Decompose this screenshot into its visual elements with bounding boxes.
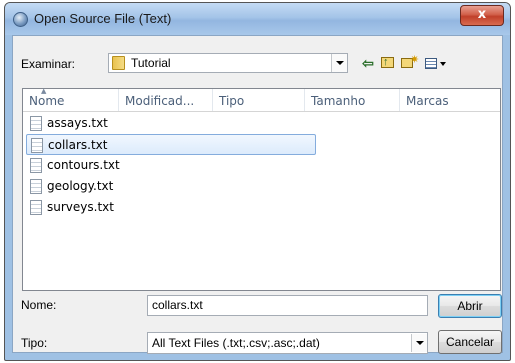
column-modified-label: Modificad...: [125, 94, 195, 108]
filetype-label: Tipo:: [21, 336, 48, 350]
text-file-icon: [30, 158, 42, 173]
text-file-icon: [30, 200, 42, 215]
file-item-collars[interactable]: collars.txt: [26, 134, 316, 155]
filetype-dropdown-button[interactable]: [411, 334, 427, 352]
file-name: geology.txt: [47, 179, 114, 193]
file-item-surveys[interactable]: surveys.txt: [26, 197, 316, 218]
file-name: contours.txt: [47, 158, 120, 172]
column-name-label: Nome: [29, 94, 65, 108]
column-type-label: Tipo: [219, 94, 245, 108]
lookin-label: Examinar:: [21, 57, 76, 71]
column-tags[interactable]: Marcas: [400, 89, 500, 111]
file-item-contours[interactable]: contours.txt: [26, 155, 316, 176]
file-list[interactable]: ▲ Nome Modificad... Tipo Tamanho Marcas: [22, 87, 501, 291]
sparkle-icon: ✷: [410, 54, 420, 66]
text-file-icon: [30, 116, 42, 131]
window-title: Open Source File (Text): [34, 11, 172, 26]
view-menu-icon[interactable]: [423, 53, 449, 73]
lookin-combo[interactable]: Tutorial: [108, 53, 348, 73]
close-button[interactable]: x: [460, 5, 504, 26]
filetype-combo[interactable]: All Text Files (.txt;.csv;.asc;.dat): [147, 332, 428, 354]
file-item-assays[interactable]: assays.txt: [26, 113, 316, 134]
filename-input[interactable]: collars.txt: [147, 295, 428, 316]
column-modified[interactable]: Modificad...: [119, 89, 213, 111]
folder-icon: [112, 56, 125, 70]
up-arrow-icon: ↑: [383, 56, 389, 68]
new-folder-icon[interactable]: ✷: [399, 53, 419, 73]
column-type[interactable]: Tipo: [213, 89, 305, 111]
column-name[interactable]: ▲ Nome: [23, 87, 119, 111]
text-file-icon: [31, 138, 43, 153]
file-name: collars.txt: [48, 138, 108, 152]
app-icon: [13, 12, 28, 27]
file-name: assays.txt: [47, 116, 108, 130]
up-folder-icon[interactable]: ↑: [379, 53, 397, 73]
lookin-dropdown-button[interactable]: [331, 54, 347, 72]
view-grid-icon: [425, 58, 437, 69]
caret-down-icon: [440, 62, 446, 66]
back-icon[interactable]: ⇦: [359, 53, 377, 73]
title-bar[interactable]: Open Source File (Text) x: [5, 3, 510, 35]
filename-label: Nome:: [21, 298, 57, 312]
file-item-geology[interactable]: geology.txt: [26, 176, 316, 197]
cancel-button[interactable]: Cancelar: [438, 330, 502, 354]
lookin-value: Tutorial: [131, 56, 171, 70]
dialog-window: Open Source File (Text) x Examinar: Tuto…: [4, 2, 511, 361]
open-button[interactable]: Abrir: [438, 294, 502, 318]
text-file-icon: [30, 179, 42, 194]
filetype-value: All Text Files (.txt;.csv;.asc;.dat): [152, 336, 320, 350]
sort-up-icon: ▲: [41, 87, 47, 95]
column-size-label: Tamanho: [311, 94, 366, 108]
column-tags-label: Marcas: [406, 94, 449, 108]
column-header: ▲ Nome Modificad... Tipo Tamanho Marcas: [23, 87, 500, 112]
file-name: surveys.txt: [47, 200, 114, 214]
column-size[interactable]: Tamanho: [305, 89, 400, 111]
dialog-client: Examinar: Tutorial ⇦ ↑ ✷ ▲ Nome Modifica…: [12, 35, 503, 354]
